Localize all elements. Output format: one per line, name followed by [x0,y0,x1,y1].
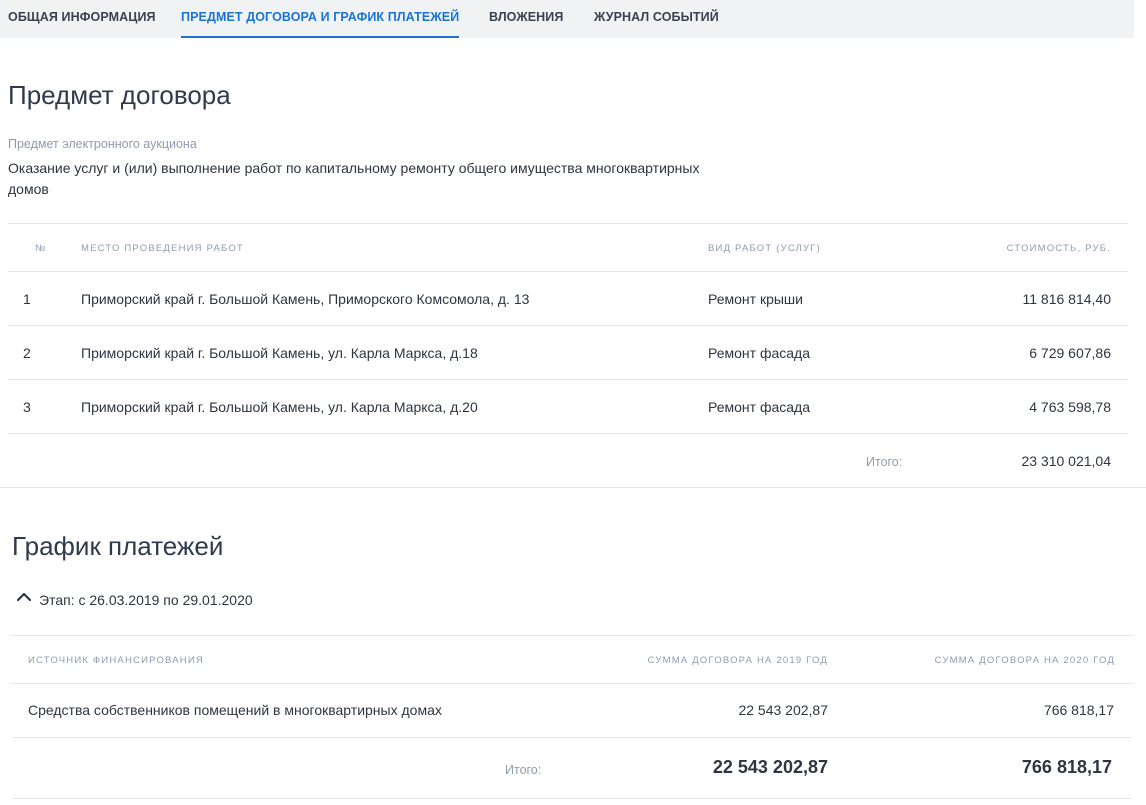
schedule-bottom-divider [12,798,1132,799]
schedule-table-top-divider [12,635,1132,636]
col-header-place: МЕСТО ПРОВЕДЕНИЯ РАБОТ [81,243,244,254]
tab-contract-subject-schedule[interactable]: ПРЕДМЕТ ДОГОВОРА И ГРАФИК ПЛАТЕЖЕЙ [181,0,460,38]
col-header-work-type: ВИД РАБОТ (УСЛУГ) [708,243,821,254]
table-header-divider [8,271,1128,272]
stage-label: Этап: с 26.03.2019 по 29.01.2020 [39,592,253,608]
cell-work-type: Ремонт фасада [708,399,810,415]
tab-general-info[interactable]: ОБЩАЯ ИНФОРМАЦИЯ [8,0,156,38]
col-header-sum-2020: СУММА ДОГОВОРА НА 2020 ГОД [934,655,1115,666]
tab-event-log[interactable]: ЖУРНАЛ СОБЫТИЙ [594,0,719,38]
section-divider [0,487,1146,488]
cell-cost: 6 729 607,86 [1029,345,1111,361]
schedule-total-2019: 22 543 202,87 [712,757,828,777]
schedule-title: График платежей [12,531,224,561]
col-header-source: ИСТОЧНИК ФИНАНСИРОВАНИЯ [28,655,204,666]
cell-number: 3 [23,399,31,415]
cell-source: Средства собственников помещений в много… [28,702,442,718]
cell-work-type: Ремонт фасада [708,345,810,361]
row-divider [8,325,1128,326]
cell-sum-2020: 766 818,17 [1043,702,1114,718]
table-top-divider [8,223,1128,224]
cell-place: Приморский край г. Большой Камень, ул. К… [81,345,478,361]
row-divider [8,379,1128,380]
subject-title: Предмет договора [8,80,231,110]
cell-work-type: Ремонт крыши [708,291,803,307]
cell-place: Приморский край г. Большой Камень, ул. К… [81,399,478,415]
subject-caption: Предмет электронного аукциона [8,137,197,151]
cell-number: 1 [23,291,31,307]
tab-bar: ОБЩАЯ ИНФОРМАЦИЯ ПРЕДМЕТ ДОГОВОРА И ГРАФ… [0,0,1134,38]
cell-cost: 11 816 814,40 [1022,291,1112,307]
subject-text-line2: домов [8,181,49,197]
col-header-number: № [35,243,47,254]
subject-total-value: 23 310 021,04 [1021,453,1111,469]
cell-cost: 4 763 598,78 [1029,399,1111,415]
col-header-cost: СТОИМОСТЬ, РУБ. [1006,243,1111,254]
schedule-header-divider [12,683,1132,684]
chevron-up-icon [16,592,32,602]
row-divider [12,737,1132,738]
row-divider [8,433,1128,434]
cell-place: Приморский край г. Большой Камень, Примо… [81,291,530,307]
cell-sum-2019: 22 543 202,87 [738,702,828,718]
subject-text-line1: Оказание услуг и (или) выполнение работ … [8,160,700,176]
col-header-sum-2019: СУММА ДОГОВОРА НА 2019 ГОД [647,655,828,666]
schedule-total-label: Итого: [505,763,542,777]
schedule-total-2020: 766 818,17 [1021,757,1112,777]
subject-total-label: Итого: [866,455,903,469]
cell-number: 2 [23,345,31,361]
tab-attachments[interactable]: ВЛОЖЕНИЯ [489,0,563,38]
